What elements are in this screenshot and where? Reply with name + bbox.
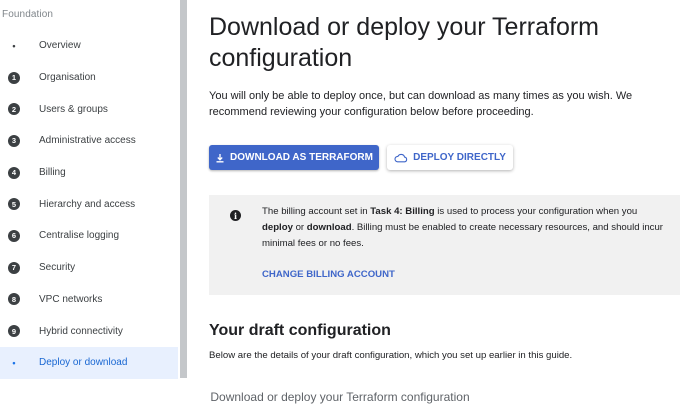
main-content: Download or deploy your Terraform config… — [209, 0, 680, 378]
info-text-segment: or — [292, 222, 307, 233]
sidebar-item-hybrid-connectivity[interactable]: 9 Hybrid connectivity — [0, 315, 178, 347]
sidebar-heading: Foundation — [2, 9, 54, 20]
download-terraform-button[interactable]: DOWNLOAD AS TERRAFORM — [209, 145, 379, 170]
change-billing-account-link[interactable]: CHANGE BILLING ACCOUNT — [262, 269, 395, 280]
step-number-icon: 1 — [8, 71, 20, 84]
sidebar-divider — [180, 0, 187, 378]
sidebar-item-label: Deploy or download — [39, 357, 128, 369]
sidebar-item-overview[interactable]: • Overview — [0, 30, 178, 62]
step-number-icon: 7 — [8, 261, 20, 274]
step-number-icon: 2 — [8, 103, 20, 116]
sidebar-item-label: VPC networks — [39, 293, 103, 305]
sidebar-item-hierarchy-access[interactable]: 5 Hierarchy and access — [0, 188, 178, 220]
step-number-icon: 4 — [8, 166, 20, 179]
sidebar-item-label: Hybrid connectivity — [39, 325, 123, 337]
step-number-icon: 3 — [8, 134, 20, 147]
sidebar-item-billing[interactable]: 4 Billing — [0, 157, 178, 189]
sidebar-item-security[interactable]: 7 Security — [0, 252, 178, 284]
step-number-icon: 9 — [8, 325, 20, 338]
bullet-icon: • — [12, 357, 16, 368]
sidebar: Foundation • Overview 1 Organisation 2 U… — [0, 0, 180, 379]
page-title: Download or deploy your Terraform config… — [209, 13, 600, 72]
billing-info-text: The billing account set in Task 4: Billi… — [262, 204, 667, 252]
sidebar-item-label: Organisation — [39, 72, 96, 84]
deploy-button-label: DEPLOY DIRECTLY — [413, 152, 506, 163]
task-billing-reference: Task 4: Billing — [370, 206, 435, 217]
deploy-keyword: deploy — [262, 222, 293, 233]
deploy-directly-button[interactable]: DEPLOY DIRECTLY — [387, 145, 513, 170]
sidebar-nav: • Overview 1 Organisation 2 Users & grou… — [0, 30, 178, 379]
draft-configuration-heading: Your draft configuration — [209, 322, 391, 339]
sidebar-item-deploy-download[interactable]: • Deploy or download — [0, 346, 178, 379]
sidebar-item-label: Hierarchy and access — [39, 198, 136, 210]
step-number-icon: 5 — [8, 198, 20, 211]
download-button-label: DOWNLOAD AS TERRAFORM — [230, 152, 373, 163]
sidebar-item-administrative-access[interactable]: 3 Administrative access — [0, 125, 178, 157]
info-text-segment: is used to process your configuration wh… — [434, 206, 638, 217]
info-icon: i — [230, 210, 241, 221]
step-number-icon: 8 — [8, 293, 20, 306]
download-keyword: download — [306, 222, 352, 233]
sidebar-item-label: Administrative access — [39, 135, 136, 147]
sidebar-item-organisation[interactable]: 1 Organisation — [0, 62, 178, 94]
draft-configuration-text: Below are the details of your draft conf… — [209, 350, 573, 361]
figure-caption: Download or deploy your Terraform config… — [210, 390, 470, 404]
sidebar-item-label: Overview — [39, 40, 81, 52]
info-text-segment: The billing account set in — [262, 206, 371, 217]
billing-info-box: i The billing account set in Task 4: Bil… — [209, 195, 680, 295]
sidebar-item-centralise-logging[interactable]: 6 Centralise logging — [0, 220, 178, 252]
sidebar-item-label: Users & groups — [39, 103, 108, 115]
intro-text: You will only be able to deploy once, bu… — [209, 90, 633, 118]
sidebar-item-label: Centralise logging — [39, 230, 120, 242]
step-number-icon: 6 — [8, 229, 20, 242]
sidebar-item-label: Billing — [39, 167, 66, 179]
sidebar-item-vpc-networks[interactable]: 8 VPC networks — [0, 284, 178, 316]
download-icon — [216, 153, 224, 162]
bullet-icon: • — [12, 40, 16, 51]
cloud-icon — [394, 153, 408, 162]
sidebar-item-label: Security — [39, 262, 76, 274]
sidebar-item-users-groups[interactable]: 2 Users & groups — [0, 93, 178, 125]
